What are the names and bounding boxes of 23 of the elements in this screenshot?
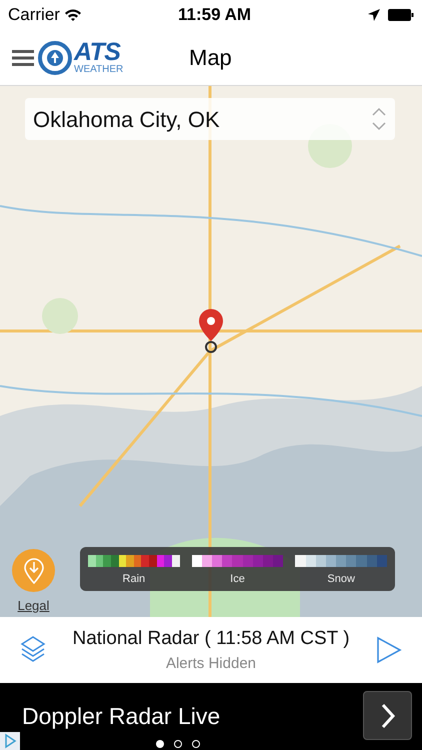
page-title: Map <box>189 44 232 72</box>
legend-label: Rain <box>122 572 146 587</box>
ad-banner[interactable]: Doppler Radar Live <box>0 683 422 750</box>
legal-link[interactable]: Legal <box>18 596 50 616</box>
location-field[interactable]: Oklahoma City, OK <box>25 98 395 140</box>
play-icon[interactable] <box>376 636 402 664</box>
next-button[interactable] <box>363 691 412 740</box>
location-arrow-icon <box>368 9 380 21</box>
battery-icon <box>388 9 414 21</box>
legend-label: Ice <box>230 572 245 587</box>
download-pin-icon <box>24 558 44 584</box>
legend-label: Snow <box>327 572 355 587</box>
wifi-icon <box>64 8 82 22</box>
clock-time: 11:59 AM <box>178 4 252 26</box>
carrier-name: Carrier <box>8 4 60 26</box>
logo-subtext: WEATHER <box>74 65 124 75</box>
alerts-status: Alerts Hidden <box>166 654 256 674</box>
radar-title: National Radar ( 11:58 AM CST ) <box>72 626 350 650</box>
chevron-right-icon <box>380 702 396 728</box>
logo-swirl-icon <box>38 40 72 74</box>
logo-text: ATS <box>74 40 120 65</box>
menu-icon[interactable] <box>12 48 34 66</box>
map-pin-icon <box>198 308 224 354</box>
